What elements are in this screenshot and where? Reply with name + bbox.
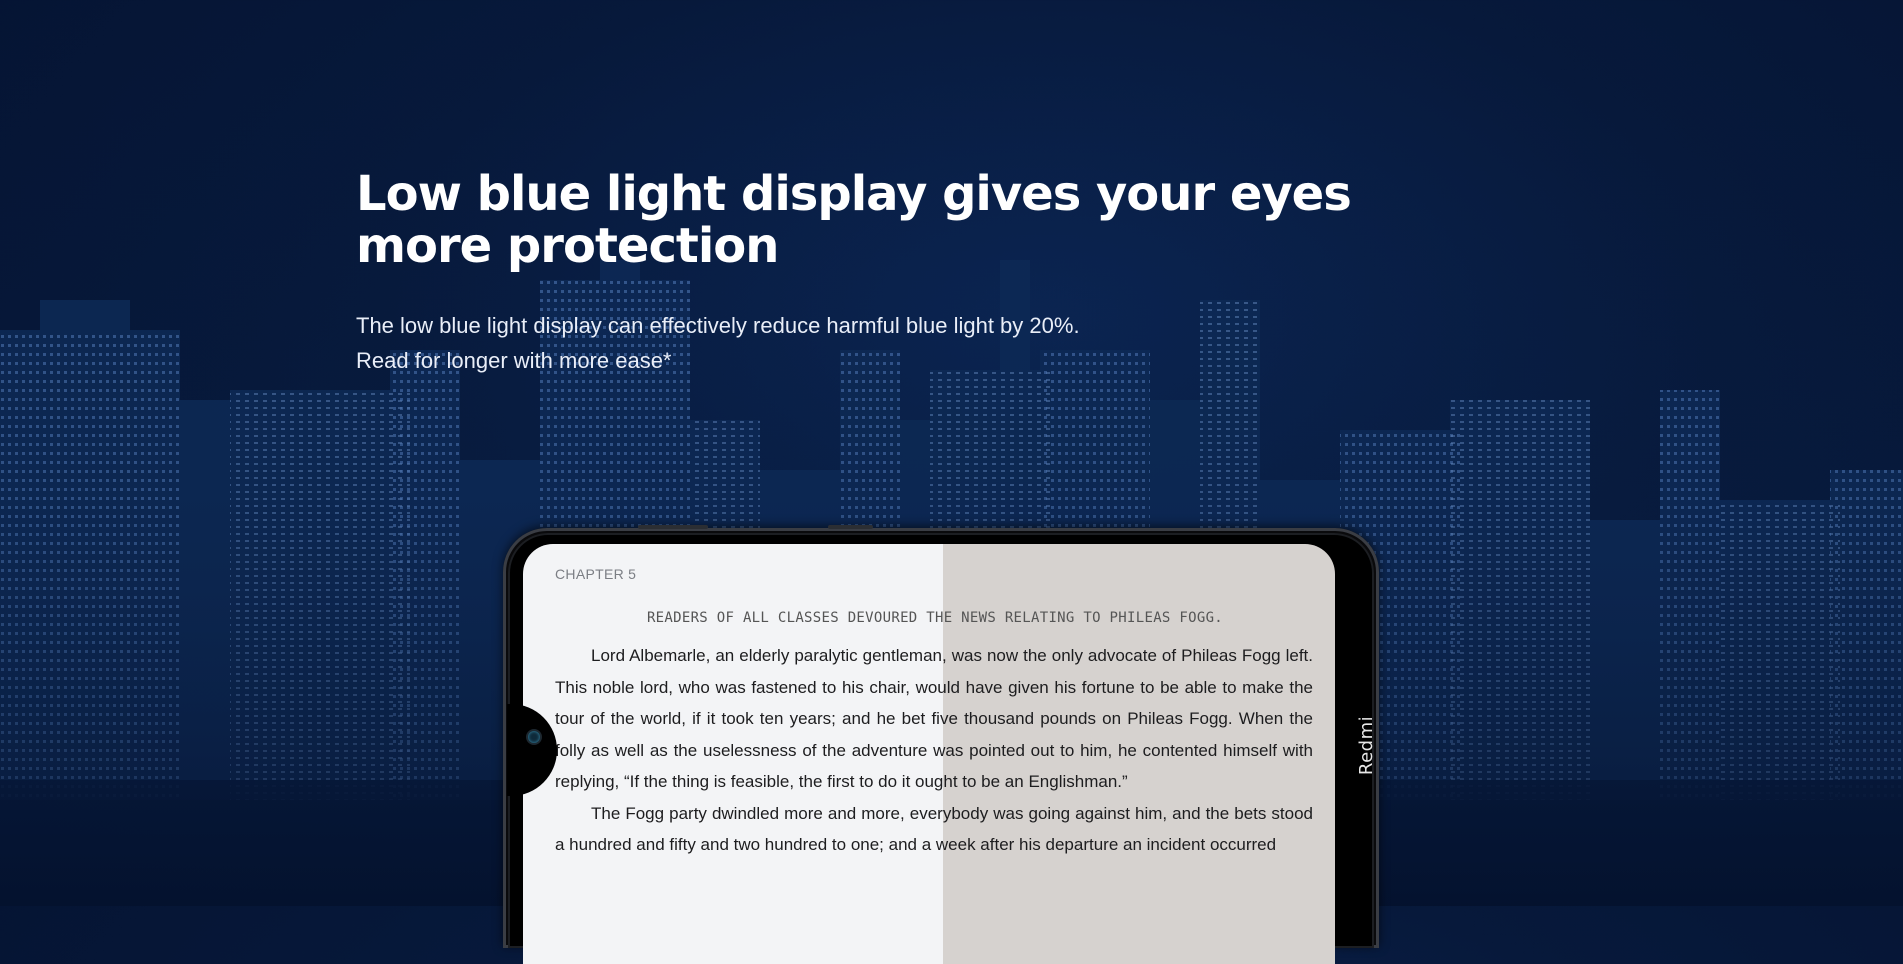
hero-subtitle-line-1: The low blue light display can effective… [356,313,1080,338]
front-camera-icon [528,731,540,743]
chapter-label: CHAPTER 5 [555,566,637,582]
phone-brand-label: Redmi [1356,715,1378,776]
reader-body-text: Lord Albemarle, an elderly paralytic gen… [555,640,1313,861]
hero-title: Low blue light display gives your eyes m… [356,166,1352,274]
phone-device: CHAPTER 5 READERS OF ALL CLASSES DEVOURE… [503,525,1379,964]
reader-paragraph: Lord Albemarle, an elderly paralytic gen… [555,646,1313,791]
reader-paragraph: The Fogg party dwindled more and more, e… [555,803,1313,855]
hero-subtitle: The low blue light display can effective… [356,308,1456,378]
hero-section: Low blue light display gives your eyes m… [356,168,1456,378]
chapter-headline: READERS OF ALL CLASSES DEVOURED THE NEWS… [646,610,1224,626]
phone-screen: CHAPTER 5 READERS OF ALL CLASSES DEVOURE… [523,544,1335,964]
hero-subtitle-line-2: Read for longer with more ease* [356,348,672,373]
phone-top-button [638,525,708,529]
phone-top-button [828,525,873,529]
